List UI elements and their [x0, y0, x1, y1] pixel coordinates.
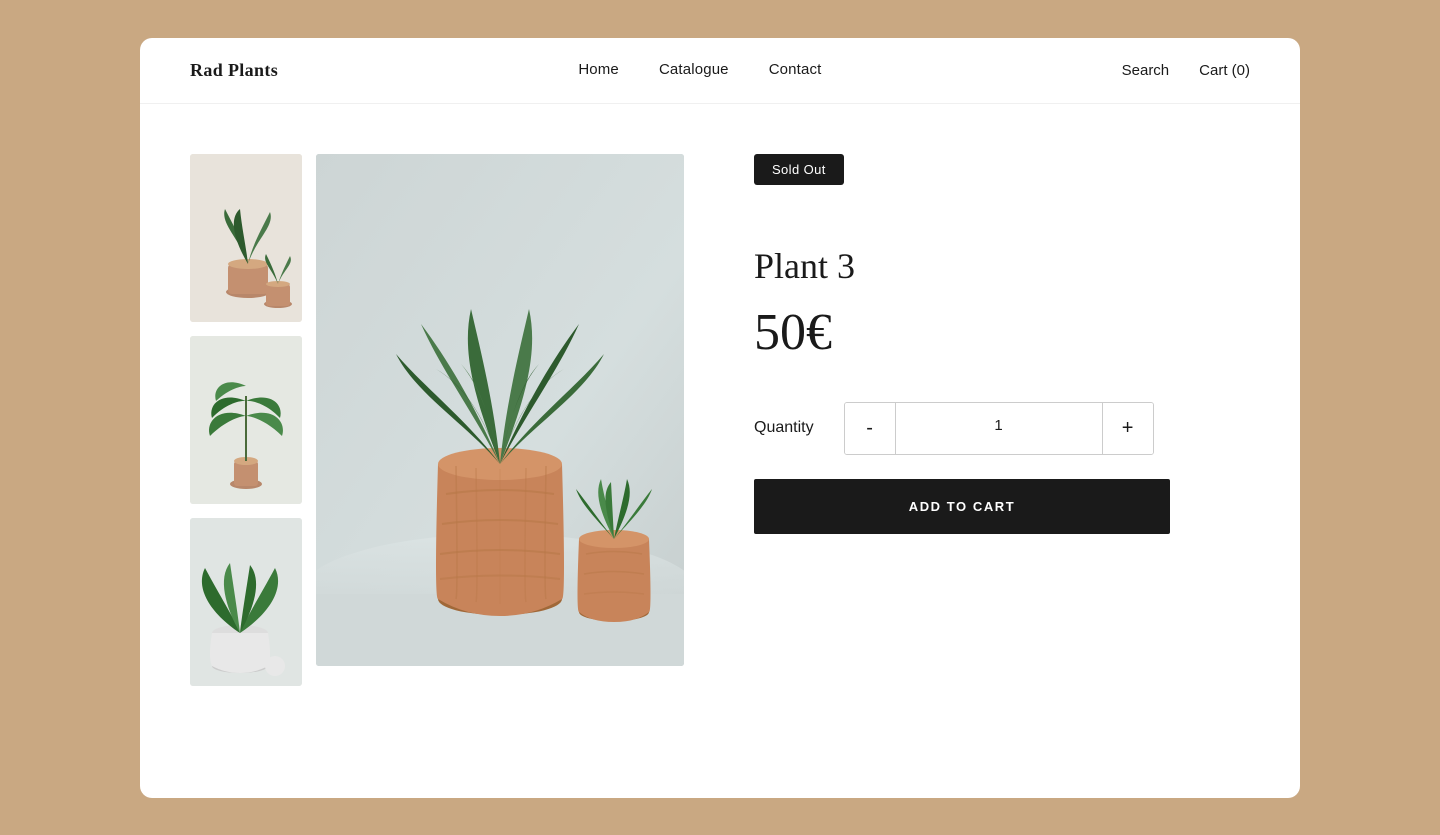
product-page-window: Rad Plants Home Catalogue Contact Search… — [140, 38, 1300, 798]
thumbnail-1[interactable] — [190, 154, 302, 322]
thumbnail-2[interactable] — [190, 336, 302, 504]
thumbnail-3[interactable] — [190, 518, 302, 686]
quantity-decrease-button[interactable]: - — [845, 403, 895, 454]
product-name: Plant 3 — [754, 245, 1250, 287]
nav-catalogue[interactable]: Catalogue — [659, 61, 729, 78]
product-info: Sold Out Plant 3 50€ Quantity - 1 + ADD … — [684, 154, 1250, 686]
thumbnail-list — [190, 154, 302, 686]
main-product-image[interactable] — [316, 154, 684, 666]
brand-logo[interactable]: Rad Plants — [190, 60, 278, 81]
header-actions: Search Cart (0) — [1122, 62, 1250, 79]
site-header: Rad Plants Home Catalogue Contact Search… — [140, 38, 1300, 104]
quantity-label: Quantity — [754, 419, 814, 437]
product-price: 50€ — [754, 303, 1250, 362]
quantity-control: - 1 + — [844, 402, 1154, 455]
quantity-increase-button[interactable]: + — [1103, 403, 1153, 454]
main-nav: Home Catalogue Contact — [578, 61, 821, 79]
product-gallery — [190, 154, 684, 686]
nav-contact[interactable]: Contact — [769, 61, 822, 78]
search-link[interactable]: Search — [1122, 62, 1170, 79]
nav-home[interactable]: Home — [578, 61, 619, 78]
quantity-row: Quantity - 1 + — [754, 402, 1250, 455]
add-to-cart-button[interactable]: ADD TO CART — [754, 479, 1170, 534]
sold-out-badge: Sold Out — [754, 154, 844, 185]
main-content: Sold Out Plant 3 50€ Quantity - 1 + ADD … — [140, 104, 1300, 736]
quantity-value: 1 — [895, 403, 1103, 454]
cart-link[interactable]: Cart (0) — [1199, 62, 1250, 79]
